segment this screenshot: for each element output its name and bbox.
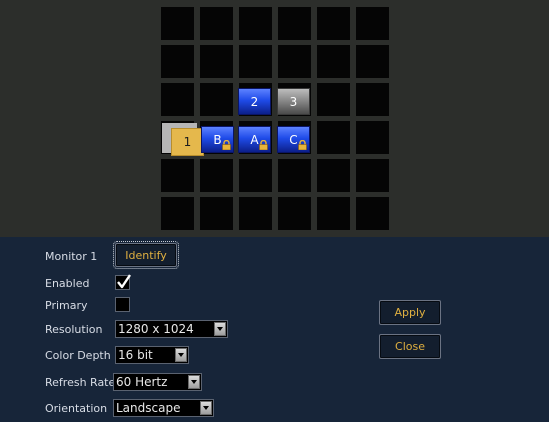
monitor-tile-c[interactable]: C	[277, 126, 310, 153]
resolution-label: Resolution	[45, 323, 103, 336]
primary-checkbox[interactable]	[115, 297, 130, 312]
refresh-rate-label: Refresh Rate	[45, 376, 116, 389]
grid-cell[interactable]	[200, 7, 233, 40]
enabled-checkbox[interactable]	[115, 274, 131, 290]
monitor-tile-label: 2	[250, 94, 259, 109]
chevron-down-icon[interactable]	[200, 401, 212, 415]
refresh-rate-value: 60 Hertz	[116, 375, 168, 389]
resolution-select[interactable]: 1280 x 1024	[115, 320, 228, 338]
monitor-tile-1[interactable]: 1	[171, 128, 204, 156]
monitor-tile-label: C	[289, 132, 298, 147]
chevron-down-icon[interactable]	[175, 348, 187, 362]
chevron-down-icon[interactable]	[188, 375, 200, 389]
grid-cell[interactable]	[161, 159, 194, 192]
color-depth-select[interactable]: 16 bit	[115, 346, 189, 364]
grid-cell[interactable]	[278, 159, 311, 192]
identify-button[interactable]: Identify	[113, 241, 179, 269]
monitor-tile-1-selected[interactable]: 1	[162, 123, 204, 156]
identify-button-label: Identify	[125, 248, 167, 262]
grid-cell[interactable]	[317, 121, 350, 154]
color-depth-label: Color Depth	[45, 349, 111, 362]
primary-label: Primary	[45, 299, 88, 312]
monitor-tile-3[interactable]: 3	[277, 88, 310, 115]
grid-cell[interactable]	[161, 197, 194, 230]
monitor-layout-area: 2 3 1 B A C	[0, 0, 549, 237]
monitor-label: Monitor 1	[45, 250, 98, 263]
grid-cell[interactable]	[239, 197, 272, 230]
grid-cell[interactable]	[317, 197, 350, 230]
grid-cell[interactable]	[161, 83, 194, 116]
grid-cell[interactable]	[278, 45, 311, 78]
close-button-label: Close	[395, 340, 425, 353]
padlock-icon	[298, 140, 307, 150]
grid-cell[interactable]	[317, 83, 350, 116]
padlock-icon	[222, 140, 231, 150]
grid-cell[interactable]	[356, 159, 389, 192]
chevron-down-icon[interactable]	[214, 322, 226, 336]
grid-cell[interactable]	[200, 83, 233, 116]
padlock-icon	[259, 140, 268, 150]
orientation-value: Landscape	[116, 401, 181, 415]
resolution-value: 1280 x 1024	[118, 322, 194, 336]
monitor-tile-label: 3	[289, 94, 298, 109]
grid-cell[interactable]	[356, 45, 389, 78]
grid-cell[interactable]	[161, 45, 194, 78]
grid-cell[interactable]	[317, 159, 350, 192]
grid-cell[interactable]	[200, 159, 233, 192]
grid-cell[interactable]	[200, 197, 233, 230]
close-button[interactable]: Close	[379, 334, 441, 359]
grid-cell[interactable]	[239, 45, 272, 78]
apply-button[interactable]: Apply	[379, 300, 441, 325]
grid-cell[interactable]	[239, 7, 272, 40]
monitor-tile-2[interactable]: 2	[238, 88, 271, 115]
monitor-tile-b[interactable]: B	[201, 126, 234, 153]
apply-button-label: Apply	[394, 306, 426, 319]
grid-cell[interactable]	[356, 121, 389, 154]
grid-cell[interactable]	[356, 197, 389, 230]
grid-cell[interactable]	[317, 45, 350, 78]
checkmark-icon	[117, 274, 131, 289]
grid-cell[interactable]	[317, 7, 350, 40]
color-depth-value: 16 bit	[118, 348, 153, 362]
orientation-select[interactable]: Landscape	[113, 399, 214, 417]
grid-cell[interactable]	[200, 45, 233, 78]
grid-cell[interactable]	[278, 7, 311, 40]
refresh-rate-select[interactable]: 60 Hertz	[113, 373, 202, 391]
grid-cell[interactable]	[239, 159, 272, 192]
enabled-label: Enabled	[45, 277, 90, 290]
grid-cell[interactable]	[161, 7, 194, 40]
monitor-tile-label: 1	[183, 135, 192, 149]
monitor-tile-label: A	[250, 132, 259, 147]
layout-grid	[161, 7, 391, 237]
orientation-label: Orientation	[45, 402, 108, 415]
monitor-tile-label: B	[213, 132, 222, 147]
grid-cell[interactable]	[356, 7, 389, 40]
grid-cell[interactable]	[278, 197, 311, 230]
grid-cell[interactable]	[356, 83, 389, 116]
monitor-tile-a[interactable]: A	[238, 126, 271, 153]
